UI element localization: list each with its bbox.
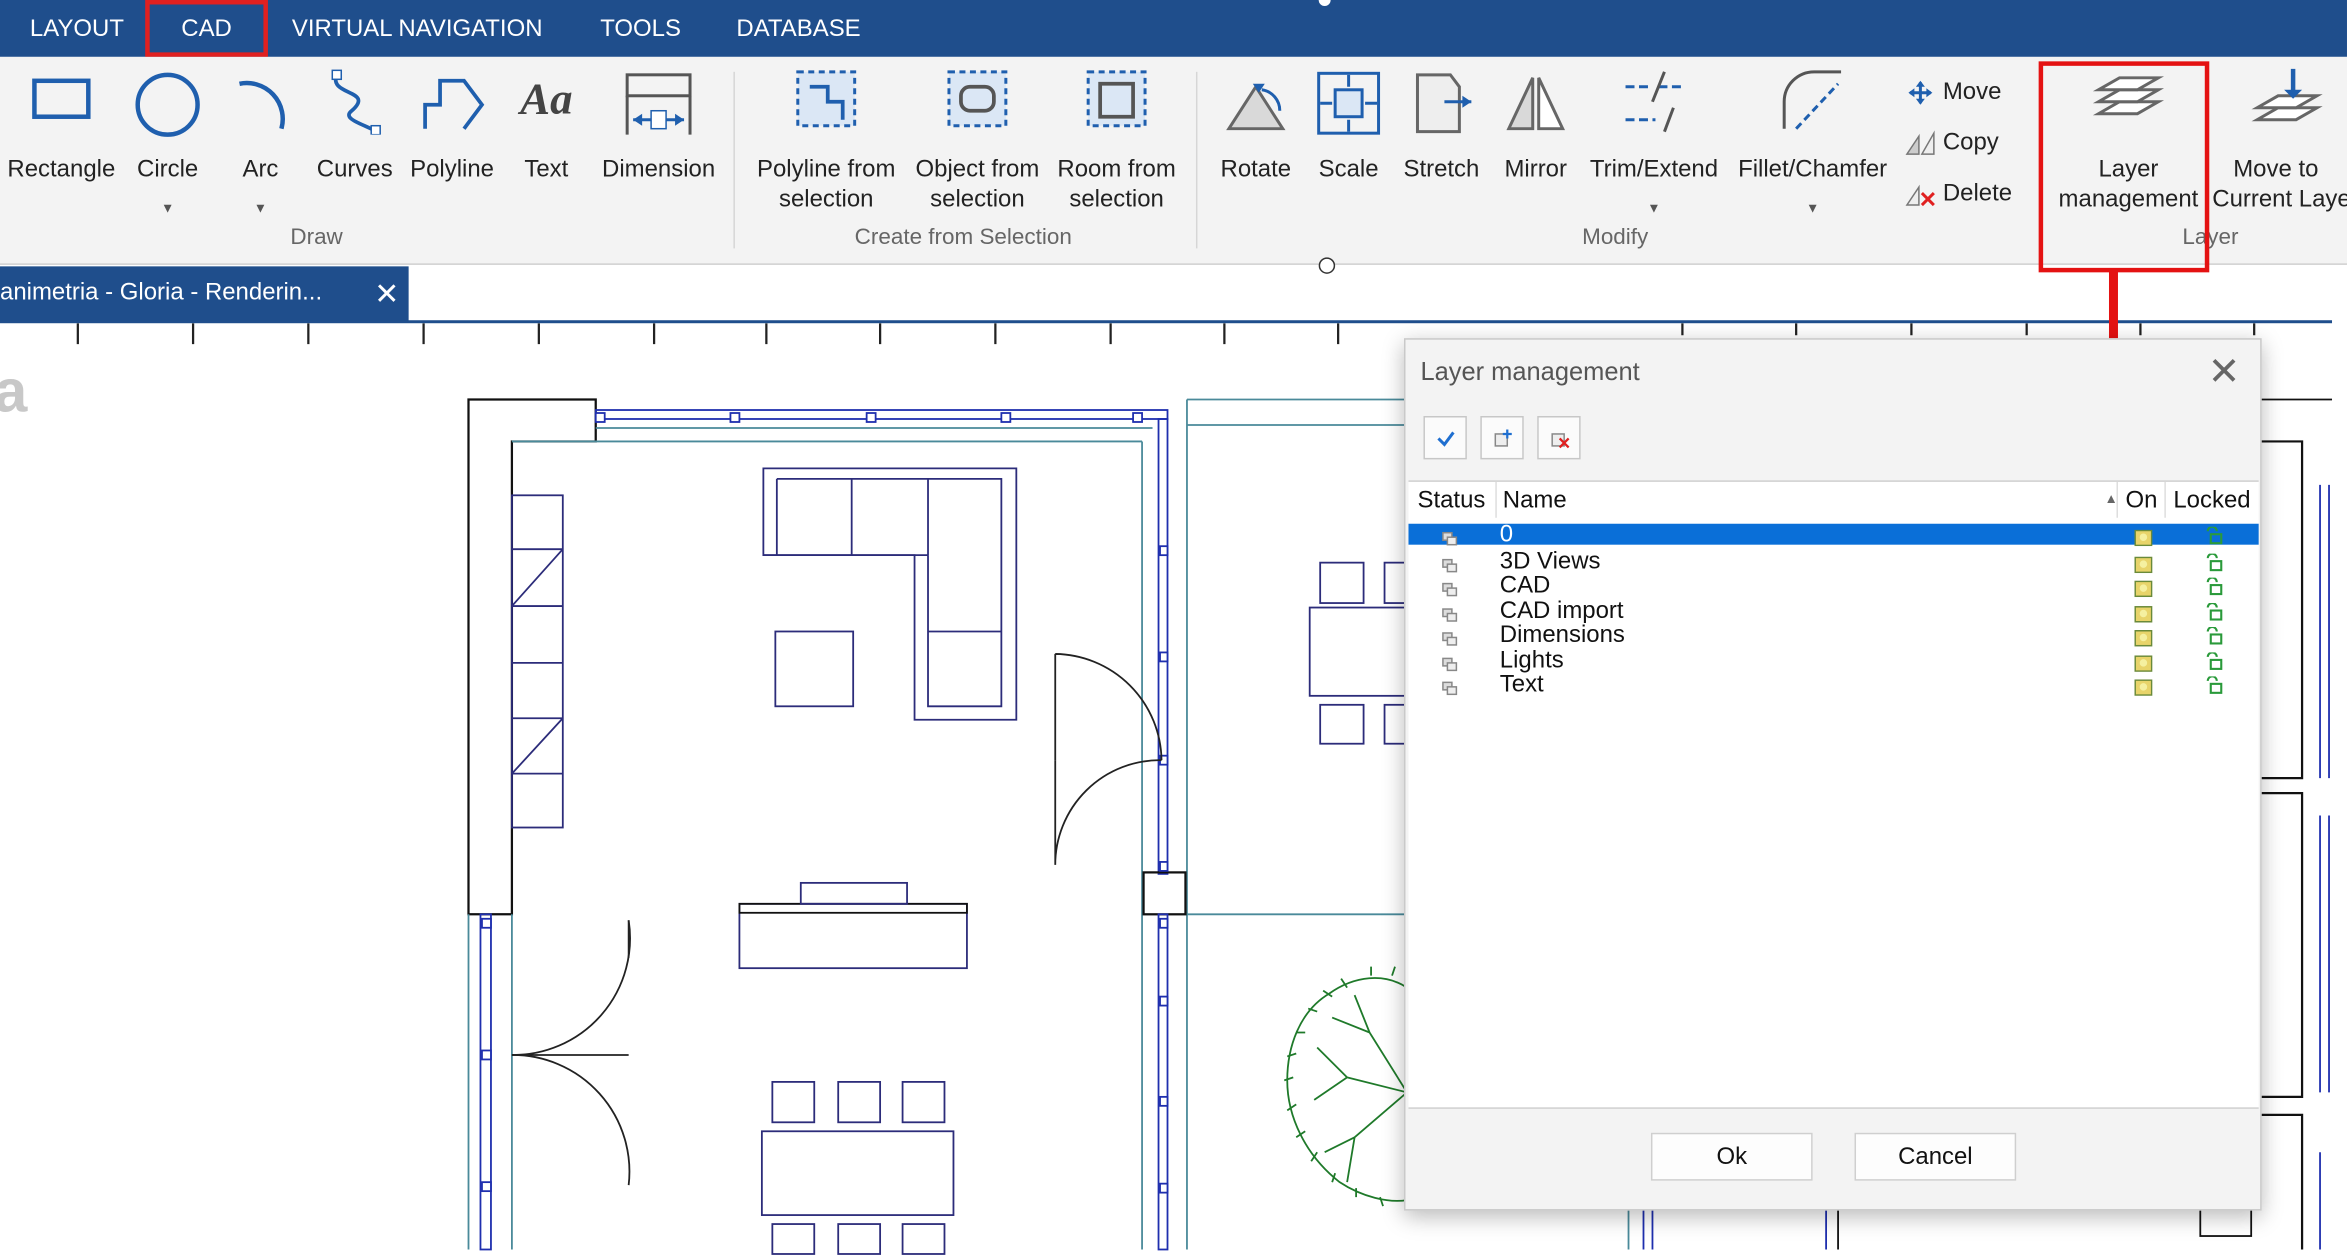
arc-tool[interactable]: Arc ▼ bbox=[231, 57, 291, 264]
move-label: Move bbox=[1942, 79, 2002, 105]
selection-group-label: Create from Selection bbox=[854, 224, 1072, 250]
column-divider bbox=[1495, 481, 1497, 518]
chevron-down-icon[interactable]: ▼ bbox=[161, 201, 174, 216]
move-button[interactable]: Move bbox=[1904, 75, 2001, 111]
fillet-chamfer-label: Fillet/Chamfer bbox=[1738, 157, 1888, 183]
menu-tab-tools[interactable]: TOOLS bbox=[600, 0, 681, 57]
room-selection-icon bbox=[1086, 70, 1147, 128]
fillet-chamfer-tool[interactable]: Fillet/Chamfer ▼ bbox=[1733, 57, 1892, 264]
document-tab-title: animetria - Gloria - Renderin... bbox=[0, 279, 323, 306]
cancel-button[interactable]: Cancel bbox=[1854, 1132, 2017, 1181]
layer-row[interactable]: 0 bbox=[1408, 522, 2259, 548]
layer-name: Text bbox=[1499, 671, 1544, 698]
layer-name: 0 bbox=[1499, 522, 1514, 548]
layer-row[interactable]: Dimensions bbox=[1408, 622, 2258, 648]
draw-group-label: Draw bbox=[290, 224, 343, 250]
tree-symbol bbox=[1283, 966, 1408, 1207]
column-header-status[interactable]: Status bbox=[1417, 488, 1485, 515]
dialog-title: Layer management bbox=[1420, 357, 1640, 387]
rectangle-tool[interactable]: Rectangle bbox=[6, 57, 117, 264]
delete-icon bbox=[1905, 184, 1935, 206]
layer-unlocked-icon[interactable] bbox=[2205, 525, 2223, 549]
dimension-icon bbox=[625, 73, 692, 135]
stretch-icon bbox=[1415, 73, 1472, 134]
arc-icon bbox=[239, 80, 285, 130]
menu-tab-cad[interactable]: CAD bbox=[145, 0, 268, 57]
window-notch bbox=[1318, 0, 1331, 6]
close-icon[interactable]: ✕ bbox=[2208, 349, 2241, 395]
scale-icon bbox=[1317, 71, 1381, 135]
menu-tab-layout[interactable]: LAYOUT bbox=[30, 0, 124, 57]
close-icon[interactable]: ✕ bbox=[374, 275, 399, 312]
curves-icon bbox=[331, 69, 381, 135]
layer-status-icon[interactable] bbox=[1441, 528, 1459, 550]
delete-label: Delete bbox=[1942, 181, 2013, 207]
layer-row[interactable]: CAD import bbox=[1408, 597, 2258, 624]
dimension-tool[interactable]: Dimension bbox=[599, 57, 719, 264]
copy-label: Copy bbox=[1942, 130, 1999, 156]
ok-button[interactable]: Ok bbox=[1650, 1132, 1813, 1181]
room-from-selection-tool[interactable]: Room from selection bbox=[1057, 57, 1177, 264]
confirm-layer-button[interactable] bbox=[1423, 415, 1467, 460]
menu-tab-database[interactable]: DATABASE bbox=[736, 0, 860, 57]
copy-icon bbox=[1905, 130, 1935, 155]
delete-button[interactable]: Delete bbox=[1904, 177, 2012, 213]
menu-tab-cad-label: CAD bbox=[181, 16, 232, 42]
layer-management-dialog: Layer management ✕ Status Name ▲ On Lock… bbox=[1403, 338, 2262, 1211]
layer-name: Dimensions bbox=[1499, 622, 1625, 648]
circle-icon bbox=[135, 72, 200, 137]
menu-bar: LAYOUT CAD VIRTUAL NAVIGATION TOOLS DATA… bbox=[0, 0, 2347, 57]
layer-visible-icon[interactable] bbox=[2134, 528, 2153, 550]
column-header-on[interactable]: On bbox=[2125, 488, 2157, 515]
rectangle-icon bbox=[32, 78, 91, 119]
layer-unlocked-icon[interactable] bbox=[2205, 675, 2223, 700]
room-from-selection-label: Room from selection bbox=[1057, 157, 1176, 213]
column-header-name[interactable]: Name bbox=[1503, 488, 1567, 515]
object-selection-icon bbox=[947, 70, 1008, 128]
text-icon: Aa bbox=[520, 74, 573, 125]
document-tab[interactable]: animetria - Gloria - Renderin... ✕ bbox=[0, 266, 409, 322]
mirror-icon bbox=[1506, 77, 1566, 131]
move-to-current-layer-label: Move to Current Laye bbox=[2212, 157, 2347, 213]
menu-tab-virtual-navigation[interactable]: VIRTUAL NAVIGATION bbox=[292, 0, 543, 57]
column-divider bbox=[2164, 481, 2166, 518]
chevron-down-icon[interactable]: ▼ bbox=[1806, 201, 1819, 216]
chevron-down-icon[interactable]: ▼ bbox=[254, 201, 267, 216]
layer-row[interactable]: CAD bbox=[1408, 573, 2258, 599]
layer-row[interactable]: Text bbox=[1408, 671, 2258, 698]
layer-visible-icon[interactable] bbox=[2134, 676, 2153, 701]
new-layer-icon bbox=[1494, 429, 1512, 447]
layer-name: CAD import bbox=[1499, 597, 1624, 624]
delete-layer-icon bbox=[1551, 433, 1570, 449]
circle-tool[interactable]: Circle ▼ bbox=[132, 57, 204, 264]
layer-list[interactable]: Status Name ▲ On Locked 0 3D Views CAD CAD … bbox=[1408, 480, 2259, 1109]
layer-row[interactable]: 3D Views bbox=[1408, 548, 2258, 574]
ribbon: Rectangle Circle ▼ Arc ▼ Curves Polyline… bbox=[0, 56, 2347, 265]
check-icon bbox=[1437, 431, 1455, 447]
layer-status-icon[interactable] bbox=[1441, 676, 1459, 701]
chevron-down-icon[interactable]: ▼ bbox=[1647, 201, 1660, 216]
rotate-icon bbox=[1226, 83, 1286, 131]
dimension-label: Dimension bbox=[602, 157, 716, 183]
layer-name: 3D Views bbox=[1499, 548, 1601, 574]
fillet-chamfer-icon bbox=[1782, 70, 1842, 130]
polyline-icon bbox=[423, 78, 485, 130]
modify-group-label: Modify bbox=[1582, 224, 1649, 250]
copy-button[interactable]: Copy bbox=[1904, 126, 1999, 162]
ribbon-collapse-handle[interactable] bbox=[1318, 257, 1336, 274]
move-icon bbox=[1908, 80, 1933, 105]
layer-name: Lights bbox=[1499, 647, 1564, 673]
move-to-layer-icon bbox=[2251, 68, 2323, 122]
app-window: LAYOUT CAD VIRTUAL NAVIGATION TOOLS DATA… bbox=[0, 0, 2347, 1260]
layer-row[interactable]: Lights bbox=[1408, 647, 2258, 673]
column-header-locked[interactable]: Locked bbox=[2173, 488, 2250, 515]
layer-name: CAD bbox=[1499, 573, 1551, 599]
layer-management-highlight bbox=[2038, 61, 2210, 273]
column-divider bbox=[2116, 481, 2118, 518]
delete-layer-button[interactable] bbox=[1537, 415, 1581, 460]
new-layer-button[interactable] bbox=[1480, 415, 1524, 460]
trim-extend-icon bbox=[1625, 71, 1683, 133]
polyline-selection-icon bbox=[796, 70, 857, 128]
